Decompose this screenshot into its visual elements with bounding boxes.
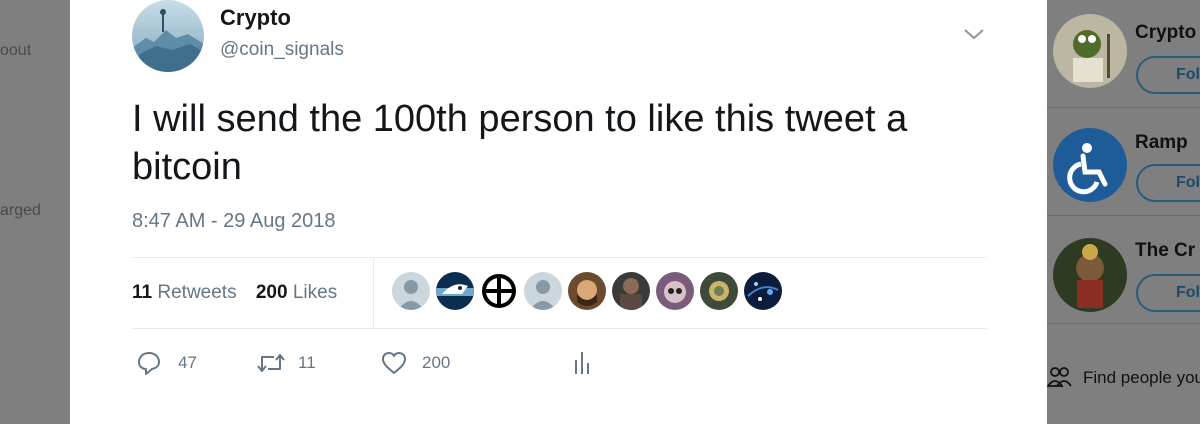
- retweet-button[interactable]: 11: [256, 348, 326, 380]
- liker-avatar[interactable]: [744, 272, 782, 310]
- account-avatar[interactable]: [1053, 14, 1127, 88]
- retweet-icon: [257, 354, 285, 372]
- account-name[interactable]: The Cr: [1135, 240, 1195, 262]
- tweet-stats: 11 Retweets 200 Likes: [132, 282, 351, 304]
- divider: [132, 328, 987, 329]
- background-left-column: oout arged: [0, 0, 70, 424]
- liker-avatar[interactable]: [568, 272, 606, 310]
- follow-button[interactable]: Follow: [1136, 56, 1200, 94]
- follow-button[interactable]: Follow: [1136, 164, 1200, 202]
- account-name[interactable]: Crypto: [1135, 22, 1196, 44]
- divider: [132, 257, 987, 258]
- liker-avatar[interactable]: [436, 272, 474, 310]
- retweets-label: Retweets: [157, 282, 237, 303]
- tweet-timestamp[interactable]: 8:47 AM - 29 Aug 2018: [132, 210, 336, 233]
- reply-button[interactable]: 47: [136, 348, 206, 380]
- like-button[interactable]: 200: [380, 348, 460, 380]
- likes-stat[interactable]: 200 Likes: [256, 282, 337, 304]
- liker-avatar[interactable]: [392, 272, 430, 310]
- reply-icon: [138, 352, 160, 375]
- like-count: 200: [422, 353, 451, 372]
- author-avatar[interactable]: [132, 0, 204, 72]
- background-text-fragment: arged: [0, 202, 41, 219]
- liker-avatar[interactable]: [612, 272, 650, 310]
- stats-separator: [373, 258, 374, 328]
- retweets-count: 11: [132, 282, 153, 303]
- analytics-icon: [575, 352, 589, 374]
- who-to-follow-panel: Crypto Follow Ramp Follow The Cr Follow …: [1047, 0, 1200, 424]
- who-to-follow-item: The Cr Follow: [1047, 216, 1200, 324]
- author-name[interactable]: Crypto: [220, 5, 291, 31]
- liker-avatar[interactable]: [656, 272, 694, 310]
- chevron-down-icon[interactable]: [962, 26, 986, 42]
- retweets-stat[interactable]: 11 Retweets: [132, 282, 237, 304]
- who-to-follow-item: Crypto Follow: [1047, 0, 1200, 108]
- liker-avatar[interactable]: [700, 272, 738, 310]
- account-avatar[interactable]: [1053, 238, 1127, 312]
- heart-icon: [382, 352, 406, 374]
- find-people-link[interactable]: Find people you know: [1047, 362, 1200, 396]
- people-icon: [1047, 367, 1072, 387]
- liker-avatar[interactable]: [480, 272, 518, 310]
- likes-label: Likes: [292, 282, 338, 303]
- follow-button[interactable]: Follow: [1136, 274, 1200, 312]
- analytics-button[interactable]: [572, 348, 602, 380]
- find-people-label: Find people you know: [1083, 368, 1200, 387]
- tweet-modal: Crypto @coin_signals I will send the 100…: [70, 0, 1047, 424]
- background-text-fragment: oout: [0, 42, 32, 59]
- retweet-count: 11: [298, 353, 316, 372]
- liker-avatar[interactable]: [524, 272, 562, 310]
- reply-count: 47: [178, 353, 197, 372]
- author-handle[interactable]: @coin_signals: [220, 39, 344, 61]
- likes-count: 200: [255, 282, 288, 303]
- tweet-text: I will send the 100th person to like thi…: [132, 98, 908, 188]
- who-to-follow-item: Ramp Follow: [1047, 108, 1200, 216]
- account-avatar[interactable]: [1053, 128, 1127, 202]
- account-name[interactable]: Ramp: [1135, 132, 1188, 154]
